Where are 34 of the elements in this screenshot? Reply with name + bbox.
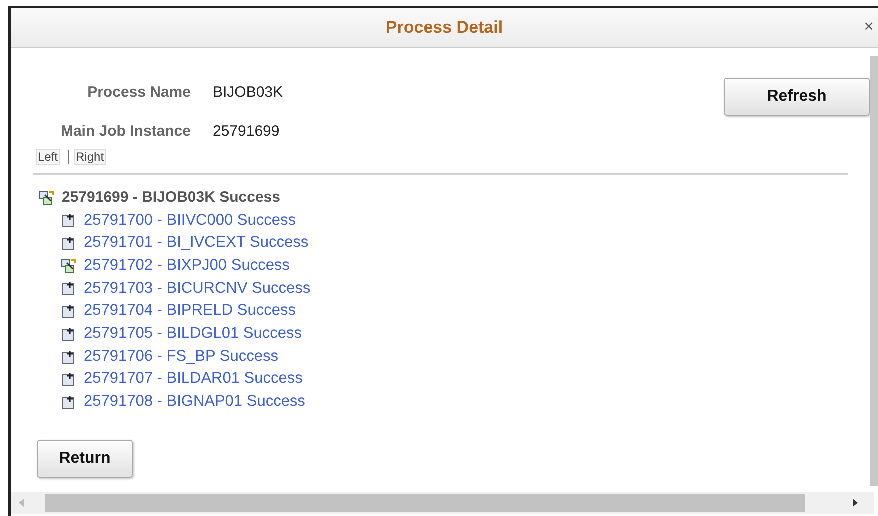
field-label: Process Name <box>86 83 191 103</box>
dialog-title: Process Detail <box>386 16 504 39</box>
process-icon <box>61 213 76 228</box>
horizontal-scrollbar[interactable] <box>11 492 874 514</box>
tree-item-link[interactable]: 25791702 - BIXPJ00 Success <box>84 254 290 278</box>
nav-link[interactable]: Right <box>74 149 106 165</box>
tree-item-link[interactable]: 25791706 - FS_BP Success <box>84 346 278 368</box>
scroll-left-icon[interactable] <box>17 498 27 508</box>
tree-item-link[interactable]: 25791701 - BI_IVCEXT Success <box>84 232 309 255</box>
process-icon <box>61 350 76 365</box>
process-icon <box>61 372 76 388</box>
field-label: Main Job Instance <box>60 122 191 142</box>
refresh-button[interactable]: Refresh <box>724 78 870 116</box>
process-icon <box>61 326 76 342</box>
process-icon <box>61 281 76 296</box>
tree-item-link[interactable]: 25791703 - BICURCNV Success <box>84 278 311 300</box>
tree-root-label[interactable]: 25791699 - BIJOB03K Success <box>62 187 280 210</box>
field-value: BIJOB03K <box>212 83 284 103</box>
field-value: 25791699 <box>212 122 280 142</box>
vertical-scrollbar[interactable] <box>870 56 878 486</box>
tree-item-link[interactable]: 25791708 - BIGNAP01 Success <box>84 391 306 414</box>
process-icon <box>61 304 76 320</box>
process-icon <box>61 236 76 252</box>
nav-link[interactable]: Left <box>36 149 60 165</box>
close-button[interactable]: × <box>864 18 874 35</box>
tree-item-link[interactable]: 25791700 - BIIVC000 Success <box>84 210 296 232</box>
jobset-icon <box>61 258 76 274</box>
tree-item-link[interactable]: 25791707 - BILDAR01 Success <box>84 368 303 392</box>
tree-item-link[interactable]: 25791705 - BILDGL01 Success <box>84 323 302 346</box>
scroll-right-icon[interactable] <box>850 498 860 508</box>
tree-item-link[interactable]: 25791704 - BIPRELD Success <box>84 300 296 324</box>
process-icon <box>61 394 76 410</box>
jobset-icon <box>39 190 54 206</box>
return-button[interactable]: Return <box>37 440 133 478</box>
